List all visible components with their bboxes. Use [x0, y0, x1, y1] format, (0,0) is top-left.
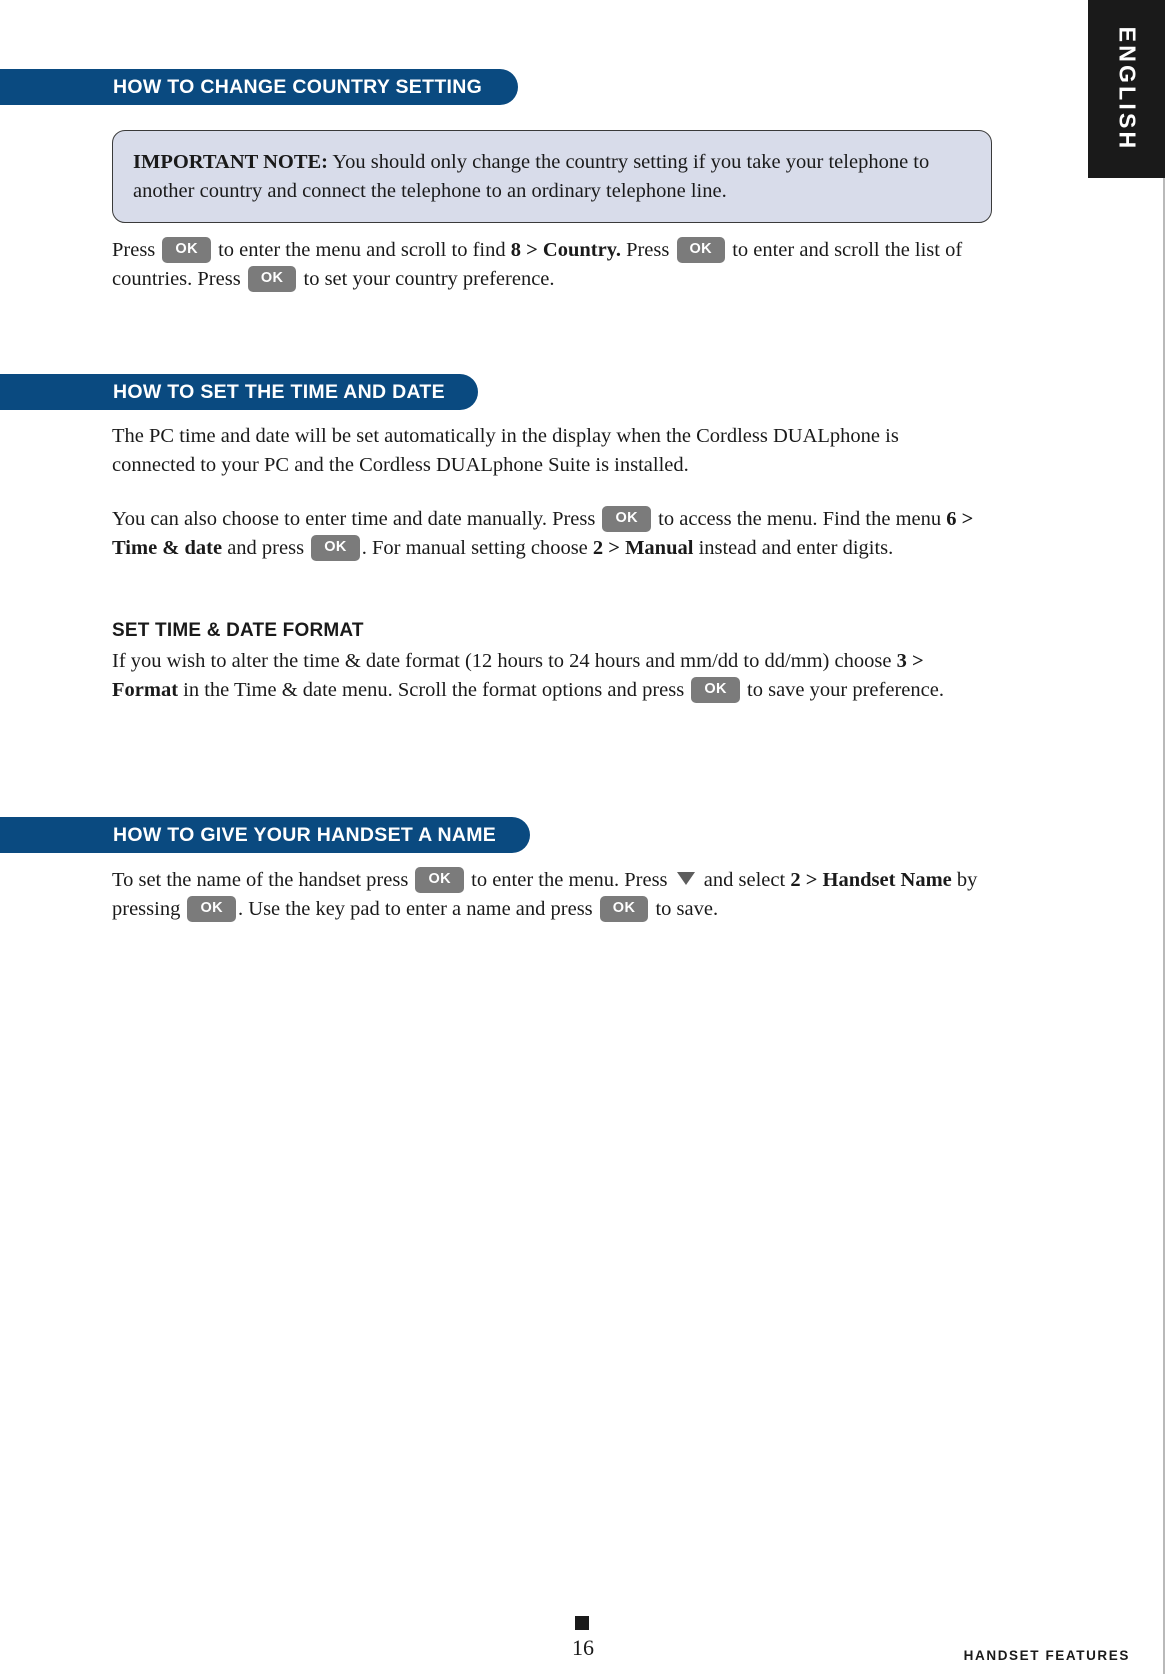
text-run: to save.	[650, 898, 719, 920]
text-run: The PC time and date will be set automat…	[112, 425, 899, 476]
ok-key-icon[interactable]: OK	[415, 867, 464, 893]
text-run: to set your country preference.	[298, 268, 555, 290]
text-run: . For manual setting choose	[361, 537, 593, 559]
text-run: Press	[620, 239, 675, 261]
section-banner-label: HOW TO SET THE TIME AND DATE	[113, 380, 445, 403]
text-run: to enter the menu. Press	[466, 869, 673, 891]
paragraph-time-date-format: If you wish to alter the time & date for…	[112, 647, 987, 705]
text-run: You can also choose to enter time and da…	[112, 508, 601, 530]
language-tab: ENGLISH	[1088, 0, 1165, 178]
page-number: 16	[572, 1635, 594, 1660]
text-run: instead and enter digits.	[693, 537, 894, 559]
text-run: To set the name of the handset press	[112, 869, 414, 891]
footer-section-name: HANDSET FEATURES	[963, 1648, 1130, 1663]
important-note-label: IMPORTANT NOTE:	[133, 151, 328, 173]
menu-path-country: 8 > Country.	[510, 239, 621, 261]
section-banner-country-setting: HOW TO CHANGE COUNTRY SETTING	[0, 69, 518, 105]
ok-key-icon[interactable]: OK	[187, 896, 237, 922]
text-run: to save your preference.	[741, 679, 944, 701]
important-note-box: IMPORTANT NOTE: You should only change t…	[112, 130, 992, 223]
ok-key-icon[interactable]: OK	[691, 677, 740, 703]
menu-path-manual: 2 > Manual	[592, 537, 694, 559]
section-banner-label: HOW TO CHANGE COUNTRY SETTING	[113, 75, 483, 98]
paragraph-handset-name: To set the name of the handset press OK …	[112, 866, 987, 924]
footer-square-bullet	[575, 1616, 589, 1630]
ok-key-icon[interactable]: OK	[676, 237, 726, 263]
ok-key-icon[interactable]: OK	[247, 266, 297, 292]
paragraph-pc-time-sync: The PC time and date will be set automat…	[112, 422, 987, 480]
menu-path-handset-name: 2 > Handset Name	[790, 869, 952, 891]
text-run: . Use the key pad to enter a name and pr…	[238, 898, 598, 920]
ok-key-icon[interactable]: OK	[162, 237, 211, 263]
section-banner-label: HOW TO GIVE YOUR HANDSET A NAME	[113, 823, 497, 846]
text-run: to access the menu. Find the menu	[653, 508, 947, 530]
paragraph-country-setting: Press OK to enter the menu and scroll to…	[112, 236, 987, 294]
down-arrow-icon[interactable]	[676, 872, 695, 885]
subheading-set-time-date-format: SET TIME & DATE FORMAT	[112, 620, 364, 642]
text-run: to enter the menu and scroll to find	[212, 239, 511, 261]
text-run: If you wish to alter the time & date for…	[112, 650, 897, 672]
text-run: and press	[222, 537, 310, 559]
text-run: Press	[112, 239, 161, 261]
paragraph-manual-time-entry: You can also choose to enter time and da…	[112, 505, 987, 563]
page-content: HOW TO CHANGE COUNTRY SETTING IMPORTANT …	[0, 0, 1045, 1674]
ok-key-icon[interactable]: OK	[602, 506, 652, 532]
section-banner-time-and-date: HOW TO SET THE TIME AND DATE	[0, 374, 478, 410]
text-run: in the Time & date menu. Scroll the form…	[178, 679, 690, 701]
section-banner-handset-name: HOW TO GIVE YOUR HANDSET A NAME	[0, 817, 530, 853]
subheading-label: SET TIME & DATE FORMAT	[112, 620, 364, 641]
language-tab-label: ENGLISH	[1114, 26, 1140, 152]
ok-key-icon[interactable]: OK	[311, 535, 360, 561]
text-run: and select	[698, 869, 791, 891]
ok-key-icon[interactable]: OK	[599, 896, 649, 922]
